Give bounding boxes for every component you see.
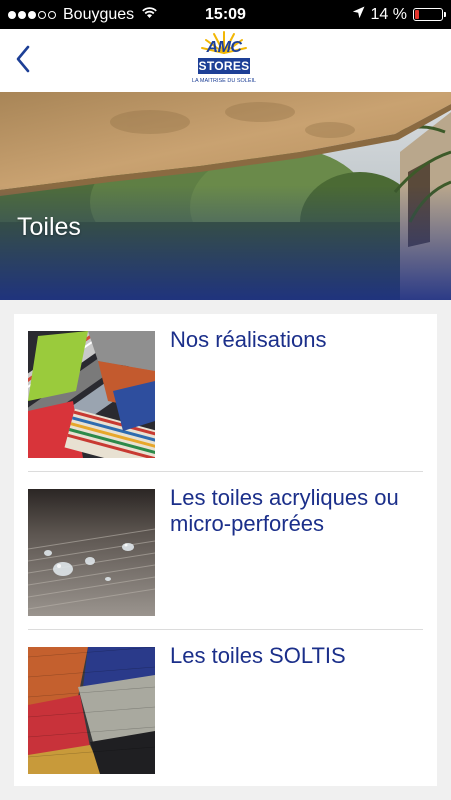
status-left: Bouygues [8,0,158,29]
carrier-name: Bouygues [63,5,135,23]
list-item-label: Nos réalisations [170,327,327,352]
list-item-toiles-soltis[interactable]: Les toiles SOLTIS [14,630,437,787]
thumbnail-toiles-acryliques [28,489,155,616]
list-item-label: Les toiles SOLTIS [170,643,346,668]
location-arrow-icon [352,6,365,24]
status-right: 14 % [352,0,446,29]
back-button[interactable] [6,41,40,81]
signal-strength-icon [8,10,56,19]
status-bar: Bouygues 15:09 14 % [0,0,451,29]
amc-stores-logo: AMC STORES LA MAITRISE DU SOLEIL [192,31,256,89]
category-list: Nos réalisations Les toiles acryliques o… [14,314,437,786]
logo-brand: AMC [206,39,242,56]
list-item-label: Les toiles acryliques ou micro-perforées [170,485,399,536]
chevron-left-icon [15,45,31,78]
nav-bar: AMC STORES LA MAITRISE DU SOLEIL [0,29,451,92]
logo-name: STORES [198,58,250,74]
logo-tagline: LA MAITRISE DU SOLEIL [191,78,257,84]
wifi-icon [141,6,158,24]
list-item-toiles-acryliques[interactable]: Les toiles acryliques ou micro-perforées [14,472,437,629]
battery-percent: 14 % [370,5,407,23]
battery-icon [413,8,446,21]
battery-level [415,10,419,19]
thumbnail-toiles-soltis [28,647,155,774]
list-item-nos-realisations[interactable]: Nos réalisations [14,314,437,471]
page-title: Toiles [17,213,81,241]
hero-image [0,92,451,300]
hero-banner [0,92,451,300]
thumbnail-realisations [28,331,155,458]
